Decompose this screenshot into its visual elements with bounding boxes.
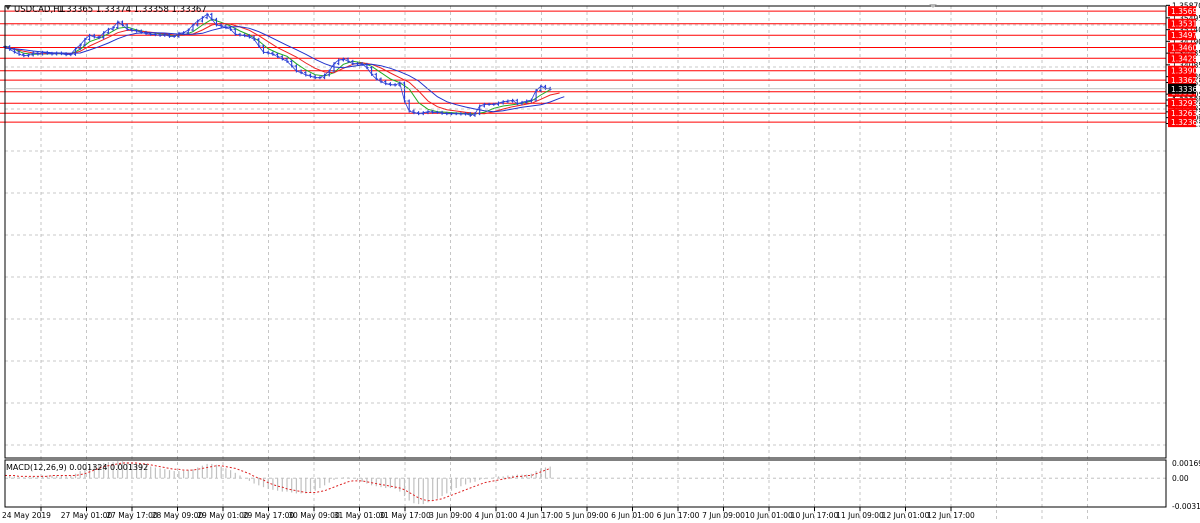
x-tick-label: 12 Jun 17:00 [927,511,975,520]
x-tick-label: 11 Jun 09:00 [836,511,884,520]
level-label: 1.32366 [1171,118,1200,127]
level-label: 1.35318 [1171,20,1200,29]
level-label: 1.34282 [1171,54,1200,63]
x-tick-label: 28 May 09:00 [152,511,204,520]
chart-background [0,0,1200,523]
level-label: 1.35695 [1171,7,1200,16]
x-tick-label: 4 Jun 17:00 [520,511,563,520]
x-tick-label: 3 Jun 09:00 [429,511,472,520]
level-label: 1.34604 [1171,44,1200,53]
x-tick-label: 12 Jun 01:00 [882,511,930,520]
level-label: 1.32934 [1171,99,1200,108]
x-tick-label: 10 Jun 01:00 [745,511,793,520]
chart-terminal[interactable]: 1.358701.354951.351401.347901.344351.340… [0,0,1200,523]
level-label: 1.32633 [1171,109,1200,118]
x-tick-label: 4 Jun 01:00 [475,511,518,520]
ohlc-readout: 1.33365 1.33374 1.33358 1.33367 [58,5,207,15]
x-tick-label: 6 Jun 17:00 [657,511,700,520]
x-tick-label: 24 May 2019 [2,511,51,520]
x-tick-label: 31 May 01:00 [334,511,386,520]
macd-tick-label: 0.00 [1172,474,1189,483]
x-tick-label: 6 Jun 01:00 [611,511,654,520]
x-tick-label: 5 Jun 09:00 [566,511,609,520]
current-price-label: 1.33367 [1171,85,1200,94]
x-tick-label: 31 May 17:00 [379,511,431,520]
x-tick-label: 7 Jun 09:00 [702,511,745,520]
macd-readout: MACD(12,26,9) 0.001324 0.001392 [6,463,148,472]
x-tick-label: 30 May 09:00 [288,511,340,520]
level-label: 1.33908 [1171,67,1200,76]
x-tick-label: 27 May 17:00 [106,511,158,520]
x-tick-label: 29 May 01:00 [197,511,249,520]
x-tick-label: 27 May 01:00 [61,511,113,520]
level-label: 1.34973 [1171,31,1200,40]
macd-tick-label: -0.003109 [1172,502,1200,511]
macd-tick-label: 0.001699 [1172,459,1200,468]
x-tick-label: 10 Jun 17:00 [791,511,839,520]
x-tick-label: 29 May 17:00 [243,511,295,520]
